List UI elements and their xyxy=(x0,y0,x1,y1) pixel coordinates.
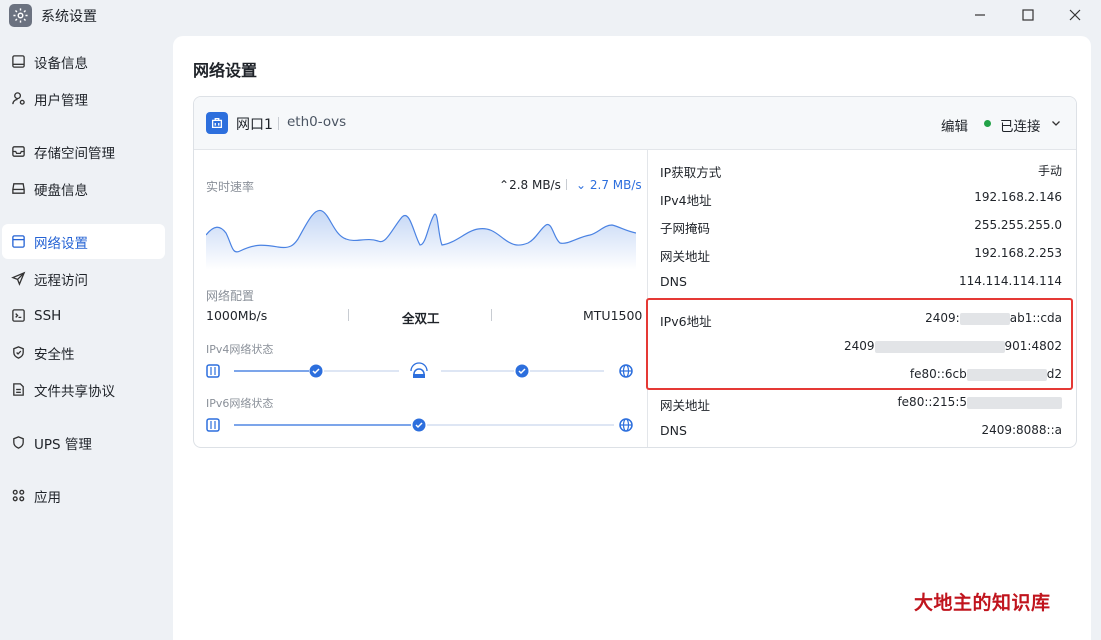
edit-button[interactable]: 编辑 xyxy=(941,115,968,135)
network-config-label: 网络配置 xyxy=(206,289,255,303)
ipv6-gateway-value: fe80::215:5 xyxy=(897,395,1062,409)
gateway-label: 网关地址 xyxy=(660,249,711,264)
realtime-speed-label: 实时速率 xyxy=(206,180,255,194)
dns-label: DNS xyxy=(660,274,687,289)
port-name: 网口1 xyxy=(236,117,273,133)
sidebar-item-label: 硬盘信息 xyxy=(34,182,88,199)
sidebar-item-ssh[interactable]: SSH xyxy=(2,298,165,333)
maximize-button[interactable] xyxy=(1005,0,1051,30)
sidebar-item-label: 用户管理 xyxy=(34,92,88,109)
nas-device-icon xyxy=(206,364,220,378)
sidebar-item-storage[interactable]: 存储空间管理 xyxy=(2,134,165,169)
ipv6-dns-value: 2409:8088::a xyxy=(981,423,1062,437)
sidebar-item-network[interactable]: 网络设置 xyxy=(2,224,165,259)
chevron-down-icon[interactable] xyxy=(1051,117,1061,132)
ip-method-label: IP获取方式 xyxy=(660,165,722,180)
ups-shield-icon xyxy=(10,435,26,451)
minimize-button[interactable] xyxy=(957,0,1003,30)
device-info-icon xyxy=(10,54,26,70)
ipv6-gateway-label: 网关地址 xyxy=(660,398,711,413)
sidebar-item-label: 安全性 xyxy=(34,346,75,363)
download-arrow-icon: ⌄ xyxy=(576,178,590,192)
download-speed: ⌄ 2.7 MB/s xyxy=(576,178,642,192)
subnet-mask-label: 子网掩码 xyxy=(660,221,711,236)
sidebar: 设备信息 用户管理 存储空间管理 硬盘信息 网络设置 远程访问 SSH 安全性 … xyxy=(0,36,172,640)
close-button[interactable] xyxy=(1052,0,1098,30)
sidebar-item-file-sharing[interactable]: 文件共享协议 xyxy=(2,372,165,407)
sidebar-item-label: 设备信息 xyxy=(34,55,88,72)
user-icon xyxy=(10,91,26,107)
sidebar-item-label: SSH xyxy=(34,307,62,324)
ipv6-status-label: IPv6网络状态 xyxy=(206,397,274,410)
ip-method-value: 手动 xyxy=(1037,164,1062,178)
title-bar: 系统设置 xyxy=(0,0,1101,30)
sidebar-item-apps[interactable]: 应用 xyxy=(2,478,165,513)
ipv4-status-label: IPv4网络状态 xyxy=(206,343,274,356)
sidebar-item-users[interactable]: 用户管理 xyxy=(2,81,165,116)
network-port-card: 网口1 eth0-ovs 编辑 已连接 实时速率 ⌃2.8 MB/s ⌄ 2.7… xyxy=(193,96,1077,448)
red-highlight-box xyxy=(646,298,1073,390)
ipv6-status-track xyxy=(206,418,633,432)
window-title: 系统设置 xyxy=(41,9,97,25)
connection-status: 已连接 xyxy=(1000,119,1041,135)
storage-icon xyxy=(10,144,26,160)
disk-icon xyxy=(10,181,26,197)
sidebar-item-label: 网络设置 xyxy=(34,235,88,252)
divider xyxy=(566,179,567,190)
card-header: 网口1 eth0-ovs 编辑 已连接 xyxy=(194,97,1076,150)
divider xyxy=(278,117,279,130)
watermark-text: 大地主的知识库 xyxy=(914,592,1051,614)
document-icon xyxy=(10,382,26,398)
send-icon xyxy=(10,271,26,287)
sidebar-item-security[interactable]: 安全性 xyxy=(2,335,165,370)
duplex-mode: 全双工 xyxy=(402,311,440,326)
ethernet-port-icon xyxy=(206,112,228,134)
link-speed: 1000Mb/s xyxy=(206,308,268,323)
interface-name: eth0-ovs xyxy=(287,114,347,130)
apps-icon xyxy=(10,488,26,504)
nas-device-icon xyxy=(206,418,220,432)
upload-arrow-icon: ⌃ xyxy=(499,178,510,192)
sidebar-item-label: 文件共享协议 xyxy=(34,383,115,400)
speed-wave-chart xyxy=(206,209,636,270)
subnet-mask-value: 255.255.255.0 xyxy=(974,218,1062,232)
sidebar-item-ups[interactable]: UPS 管理 xyxy=(2,425,165,460)
page-title: 网络设置 xyxy=(193,61,258,80)
gateway-value: 192.168.2.253 xyxy=(974,246,1062,260)
dns-value: 114.114.114.114 xyxy=(958,274,1062,288)
network-icon xyxy=(10,234,26,250)
upload-speed: ⌃2.8 MB/s xyxy=(499,178,561,192)
sidebar-item-label: 远程访问 xyxy=(34,272,88,289)
sidebar-item-device-info[interactable]: 设备信息 xyxy=(2,44,165,79)
redacted-blur xyxy=(967,396,1062,409)
router-icon xyxy=(413,368,425,375)
sidebar-item-label: UPS 管理 xyxy=(34,436,92,453)
terminal-icon xyxy=(10,308,26,324)
mtu-value: MTU1500 xyxy=(583,308,643,323)
ipv4-address-label: IPv4地址 xyxy=(660,193,712,208)
sidebar-item-disk[interactable]: 硬盘信息 xyxy=(2,171,165,206)
ipv6-dns-label: DNS xyxy=(660,423,687,438)
sidebar-item-remote-access[interactable]: 远程访问 xyxy=(2,261,165,296)
settings-gear-icon xyxy=(9,4,32,27)
status-dot xyxy=(984,120,991,127)
ipv4-address-value: 192.168.2.146 xyxy=(974,190,1062,204)
divider xyxy=(348,309,349,321)
ipv4-status-track xyxy=(206,362,633,378)
sidebar-item-label: 应用 xyxy=(34,489,61,506)
sidebar-item-label: 存储空间管理 xyxy=(34,145,115,162)
divider xyxy=(491,309,492,321)
shield-icon xyxy=(10,345,26,361)
